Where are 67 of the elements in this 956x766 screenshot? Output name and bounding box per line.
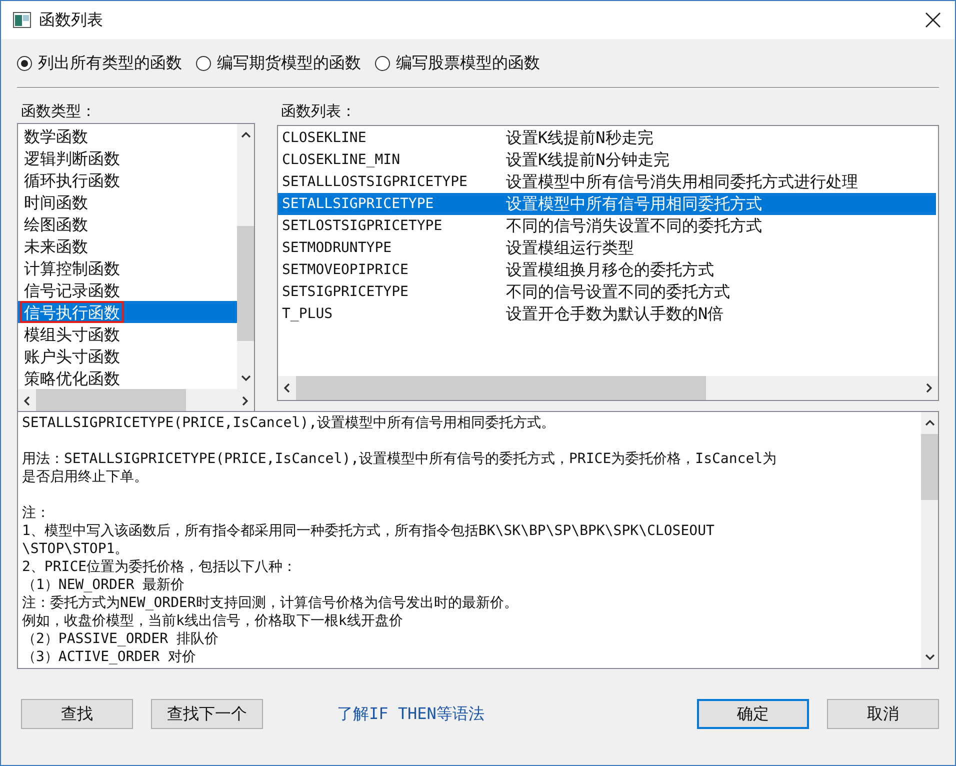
window-title: 函数列表 — [39, 10, 103, 30]
list-item[interactable]: 信号记录函数 — [18, 279, 237, 301]
help-text-line: 注： — [22, 504, 51, 522]
scroll-up-icon[interactable] — [924, 418, 934, 428]
list-item[interactable]: 账户头寸函数 — [18, 345, 237, 367]
list-item[interactable]: 绘图函数 — [18, 213, 237, 235]
scroll-down-icon[interactable] — [924, 652, 934, 662]
list-item[interactable]: 信号执行函数 — [18, 301, 237, 323]
list-item[interactable]: 循环执行函数 — [18, 169, 237, 191]
help-text-line: 1、模型中写入该函数后，所有指令都采用同一种委托方式，所有指令包括BK\SK\BP\SP\BPK\SPK\CLOSEOUT — [22, 522, 716, 540]
function-name[interactable]: SETSIGPRICETYPE — [278, 281, 506, 303]
function-name[interactable]: SETALLLOSTSIGPRICETYPE — [278, 171, 506, 193]
dialog-button[interactable]: 取消 — [827, 699, 939, 729]
help-link[interactable]: 了解IF THEN等语法 — [337, 704, 484, 724]
function-description[interactable]: 不同的信号设置不同的委托方式 — [506, 281, 730, 303]
radio-option[interactable]: 编写股票模型的函数 — [375, 52, 540, 74]
scroll-left-icon[interactable] — [22, 396, 32, 406]
list-item[interactable]: 计算控制函数 — [18, 257, 237, 279]
function-description[interactable]: 设置模型中所有信号消失用相同委托方式进行处理 — [506, 171, 858, 193]
help-text-line: （2）PASSIVE_ORDER 排队价 — [22, 630, 220, 648]
scroll-up-icon[interactable] — [240, 130, 250, 140]
help-text-line: 2、PRICE位置为委托价格，包括以下八种： — [22, 558, 298, 576]
dialog-button[interactable]: 查找 — [21, 699, 133, 729]
close-icon[interactable] — [925, 12, 941, 28]
function-description[interactable]: 设置模组运行类型 — [506, 237, 634, 259]
scroll-down-icon[interactable] — [240, 373, 250, 383]
list-item[interactable]: 策略优化函数 — [18, 367, 237, 389]
dialog-button[interactable]: 查找下一个 — [151, 699, 263, 729]
radio-option[interactable]: 编写期货模型的函数 — [196, 52, 361, 74]
list-label: 函数类型： — [20, 101, 97, 122]
scrollbar-thumb[interactable] — [36, 389, 186, 413]
scroll-right-icon[interactable] — [240, 396, 250, 406]
scrollbar-thumb[interactable] — [237, 226, 254, 341]
scroll-left-icon[interactable] — [282, 383, 292, 393]
help-text-line: （3）ACTIVE_ORDER 对价 — [22, 648, 198, 666]
radio-option[interactable]: 列出所有类型的函数 — [17, 52, 182, 74]
app-icon — [13, 12, 31, 28]
function-description[interactable]: 设置K线提前N分钟走完 — [506, 149, 670, 171]
list-item[interactable]: 逻辑判断函数 — [18, 147, 237, 169]
function-name[interactable]: SETLOSTSIGPRICETYPE — [278, 215, 506, 237]
help-text-line: \STOP\STOP1。 — [22, 540, 130, 558]
function-name[interactable]: SETALLSIGPRICETYPE — [278, 193, 506, 215]
scroll-right-icon[interactable] — [924, 383, 934, 393]
help-text-line: 注：委托方式为NEW_ORDER时支持回测，计算信号价格为信号发出时的最新价。 — [22, 594, 519, 612]
function-description[interactable]: 设置模组换月移仓的委托方式 — [506, 259, 714, 281]
help-text-line: 用法：SETALLSIGPRICETYPE(PRICE,IsCancel),设置模型中所有信号的委托方式，PRICE为委托价格，IsCancel为 — [22, 450, 778, 468]
list-item[interactable]: 未来函数 — [18, 235, 237, 257]
function-description[interactable]: 设置模型中所有信号用相同委托方式 — [506, 193, 762, 215]
function-name[interactable]: CLOSEKLINE — [278, 127, 506, 149]
function-name[interactable]: CLOSEKLINE_MIN — [278, 149, 506, 171]
function-name[interactable]: SETMOVEOPIPRICE — [278, 259, 506, 281]
scrollbar-thumb[interactable] — [296, 376, 706, 400]
list-label: 函数列表： — [280, 101, 357, 122]
function-description[interactable]: 不同的信号消失设置不同的委托方式 — [506, 215, 762, 237]
help-text-line: （1）NEW_ORDER 最新价 — [22, 576, 186, 594]
list-item[interactable]: 模组头寸函数 — [18, 323, 237, 345]
help-text-line: 例如，收盘价模型，当前k线出信号，价格取下一根k线开盘价 — [22, 612, 404, 630]
function-description[interactable]: 设置开仓手数为默认手数的N倍 — [506, 303, 724, 325]
dialog-button[interactable]: 确定 — [697, 699, 809, 729]
list-item[interactable]: 数学函数 — [18, 125, 237, 147]
help-text-line: 是否启用终止下单。 — [22, 468, 149, 486]
help-text-line: SETALLSIGPRICETYPE(PRICE,IsCancel),设置模型中所有信号用相同委托方式。 — [22, 414, 556, 432]
function-name[interactable]: SETMODRUNTYPE — [278, 237, 506, 259]
list-item[interactable]: 时间函数 — [18, 191, 237, 213]
function-description[interactable]: 设置K线提前N秒走完 — [506, 127, 654, 149]
function-name[interactable]: T_PLUS — [278, 303, 506, 325]
scrollbar-thumb[interactable] — [921, 434, 938, 500]
